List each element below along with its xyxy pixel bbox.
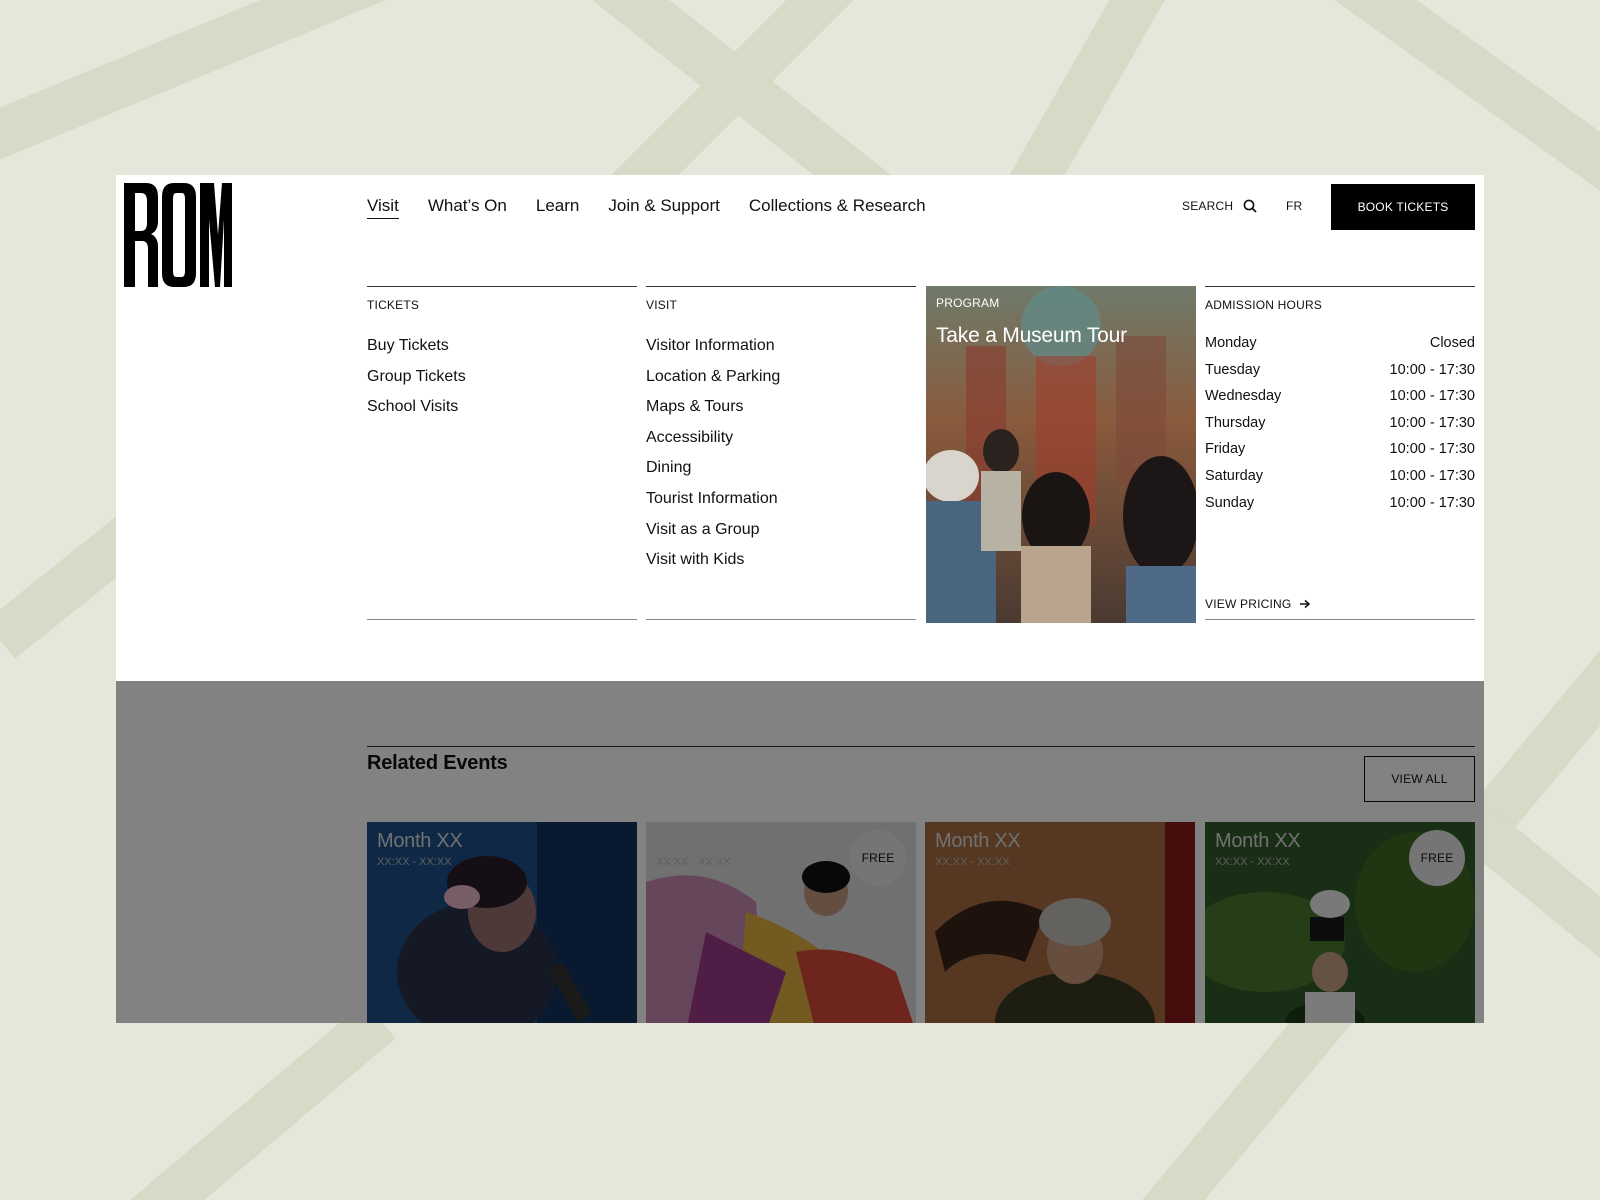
hours-row: Wednesday 10:00 - 17:30 bbox=[1205, 383, 1475, 410]
hours-row: Sunday 10:00 - 17:30 bbox=[1205, 490, 1475, 517]
hours-day: Friday bbox=[1205, 441, 1246, 458]
nav-join-support[interactable]: Join & Support bbox=[608, 195, 720, 219]
menu-tickets-column: TICKETS Buy Tickets Group Tickets School… bbox=[367, 286, 637, 620]
hours-time: 10:00 - 17:30 bbox=[1389, 467, 1475, 484]
view-pricing-label: VIEW PRICING bbox=[1205, 597, 1292, 611]
hours-day: Tuesday bbox=[1205, 361, 1261, 378]
hours-day: Thursday bbox=[1205, 414, 1266, 431]
section-divider bbox=[367, 746, 1475, 747]
view-pricing-link[interactable]: VIEW PRICING bbox=[1205, 597, 1311, 611]
view-all-button[interactable]: VIEW ALL bbox=[1364, 756, 1475, 802]
hours-row: Friday 10:00 - 17:30 bbox=[1205, 436, 1475, 463]
menu-link-location-parking[interactable]: Location & Parking bbox=[646, 362, 916, 393]
browser-frame: Visit What’s On Learn Join & Support Col… bbox=[116, 175, 1484, 1023]
event-card[interactable]: Month XX XX:XX - XX:XX bbox=[367, 822, 637, 1023]
hours-day: Wednesday bbox=[1205, 388, 1282, 405]
menu-visit-column: VISIT Visitor Information Location & Par… bbox=[646, 286, 916, 620]
rom-logo-mark bbox=[124, 183, 232, 287]
menu-link-accessibility[interactable]: Accessibility bbox=[646, 423, 916, 454]
search-button[interactable]: SEARCH bbox=[1182, 195, 1257, 217]
nav-learn[interactable]: Learn bbox=[536, 195, 579, 219]
hours-row: Thursday 10:00 - 17:30 bbox=[1205, 410, 1475, 437]
hours-time: 10:00 - 17:30 bbox=[1389, 441, 1475, 458]
hours-time: 10:00 - 17:30 bbox=[1389, 494, 1475, 511]
hours-day: Saturday bbox=[1205, 467, 1264, 484]
hours-row: Monday Closed bbox=[1205, 330, 1475, 357]
menu-link-tourist-information[interactable]: Tourist Information bbox=[646, 484, 916, 515]
nav-visit[interactable]: Visit bbox=[367, 195, 399, 219]
free-badge: FREE bbox=[850, 830, 906, 886]
arrow-right-icon bbox=[1300, 599, 1311, 609]
program-title: Take a Museum Tour bbox=[936, 324, 1127, 347]
hours-time: 10:00 - 17:30 bbox=[1389, 414, 1475, 431]
menu-link-visit-with-kids[interactable]: Visit with Kids bbox=[646, 545, 916, 576]
nav-collections-research[interactable]: Collections & Research bbox=[749, 195, 926, 219]
related-events-title: Related Events bbox=[367, 752, 508, 774]
hours-day: Sunday bbox=[1205, 494, 1255, 511]
program-card[interactable]: PROGRAM Take a Museum Tour bbox=[926, 286, 1196, 623]
hours-time: 10:00 - 17:30 bbox=[1389, 361, 1475, 378]
program-tag: PROGRAM bbox=[936, 296, 1000, 310]
hours-row: Saturday 10:00 - 17:30 bbox=[1205, 463, 1475, 490]
menu-link-visit-as-group[interactable]: Visit as a Group bbox=[646, 515, 916, 546]
menu-link-group-tickets[interactable]: Group Tickets bbox=[367, 362, 637, 393]
menu-link-buy-tickets[interactable]: Buy Tickets bbox=[367, 331, 637, 362]
visit-heading: VISIT bbox=[646, 298, 678, 312]
hours-time: Closed bbox=[1429, 335, 1475, 351]
rom-logo[interactable] bbox=[124, 183, 232, 287]
event-time: XX:XX - XX:XX bbox=[377, 856, 452, 868]
free-badge: FREE bbox=[1409, 830, 1465, 886]
hours-row: Tuesday 10:00 - 17:30 bbox=[1205, 357, 1475, 384]
menu-link-maps-tours[interactable]: Maps & Tours bbox=[646, 392, 916, 423]
book-tickets-button[interactable]: BOOK TICKETS bbox=[1331, 184, 1475, 230]
admission-hours-column: ADMISSION HOURS Monday Closed Tuesday 10:0… bbox=[1205, 286, 1475, 620]
menu-link-dining[interactable]: Dining bbox=[646, 453, 916, 484]
event-card[interactable]: Month XX XX:XX - XX:XX bbox=[925, 822, 1195, 1023]
hours-time: 10:00 - 17:30 bbox=[1389, 388, 1475, 405]
event-card[interactable]: Month XX XX:XX - XX:XX FREE bbox=[1205, 822, 1475, 1023]
event-time: XX:XX - XX:XX bbox=[935, 856, 1010, 868]
event-month: Month XX bbox=[656, 830, 742, 852]
search-label: SEARCH bbox=[1182, 199, 1234, 213]
event-month: Month XX bbox=[377, 830, 463, 852]
event-month: Month XX bbox=[1215, 830, 1301, 852]
nav-whats-on[interactable]: What’s On bbox=[428, 195, 507, 219]
language-toggle[interactable]: FR bbox=[1286, 195, 1302, 217]
related-events-section: Related Events VIEW ALL Month XX XX:XX -… bbox=[116, 681, 1484, 1023]
event-time: XX:XX - XX:XX bbox=[656, 856, 731, 868]
event-card[interactable]: Month XX XX:XX - XX:XX FREE bbox=[646, 822, 916, 1023]
hours-day: Monday bbox=[1205, 335, 1257, 351]
primary-nav: Visit What’s On Learn Join & Support Col… bbox=[367, 195, 926, 219]
hours-heading: ADMISSION HOURS bbox=[1205, 298, 1323, 312]
menu-link-school-visits[interactable]: School Visits bbox=[367, 392, 637, 423]
search-icon bbox=[1243, 199, 1257, 213]
event-month: Month XX bbox=[935, 830, 1021, 852]
tickets-heading: TICKETS bbox=[367, 298, 420, 312]
menu-link-visitor-information[interactable]: Visitor Information bbox=[646, 331, 916, 362]
event-time: XX:XX - XX:XX bbox=[1215, 856, 1290, 868]
